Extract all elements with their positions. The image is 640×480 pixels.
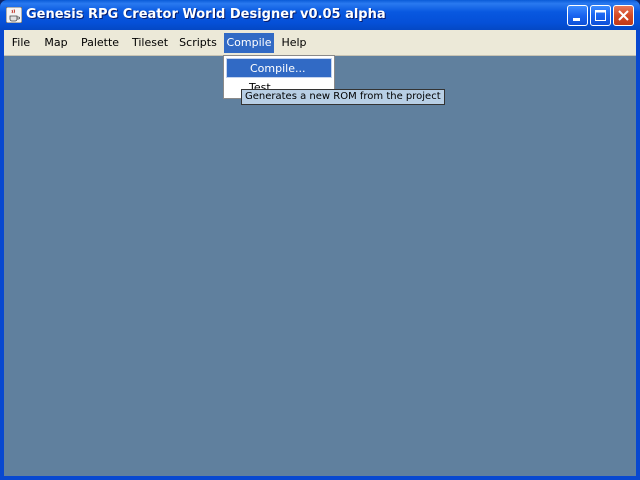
menu-scripts[interactable]: Scripts (177, 33, 219, 53)
java-cup-icon[interactable] (5, 6, 23, 24)
window-frame-bottom (0, 476, 640, 480)
window-title: Genesis RPG Creator World Designer v0.05… (26, 7, 386, 22)
minimize-icon (573, 18, 580, 21)
app-window: Genesis RPG Creator World Designer v0.05… (0, 0, 640, 480)
menu-compile[interactable]: Compile (224, 33, 274, 53)
menu-item-compile[interactable]: Compile... (226, 58, 332, 78)
menu-help[interactable]: Help (280, 33, 308, 53)
tooltip: Generates a new ROM from the project (241, 89, 445, 105)
menu-tileset[interactable]: Tileset (130, 33, 170, 53)
minimize-button[interactable] (567, 5, 588, 26)
close-button[interactable] (613, 5, 634, 26)
menu-palette[interactable]: Palette (78, 33, 122, 53)
menu-bar: File Map Palette Tileset Scripts Compile… (4, 30, 636, 56)
workspace-area[interactable] (4, 56, 636, 476)
title-bar[interactable]: Genesis RPG Creator World Designer v0.05… (0, 0, 640, 30)
menu-file[interactable]: File (8, 33, 34, 53)
maximize-icon (595, 10, 606, 21)
maximize-button[interactable] (590, 5, 611, 26)
close-icon (618, 10, 629, 21)
window-frame-right (636, 30, 640, 480)
menu-map[interactable]: Map (41, 33, 71, 53)
